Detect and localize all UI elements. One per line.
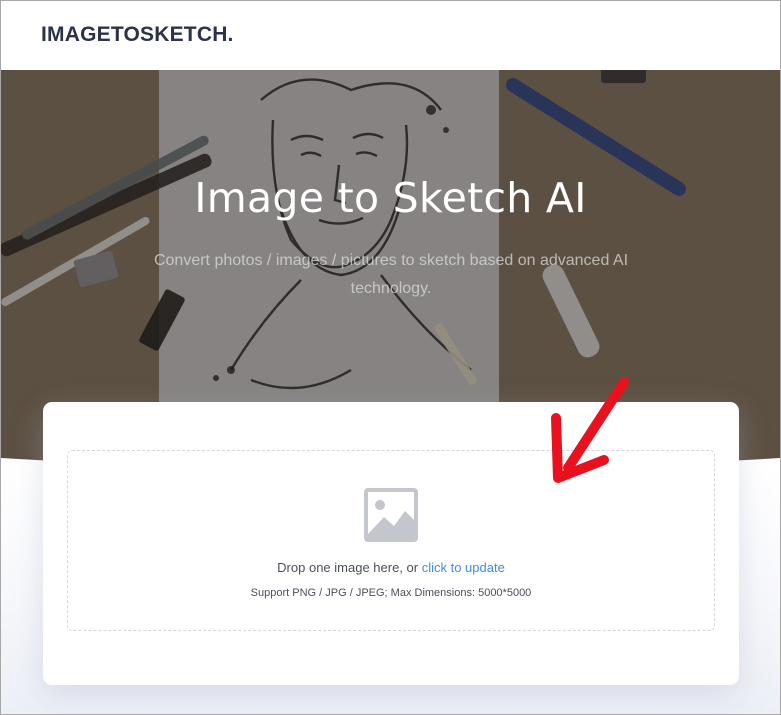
dropzone-prompt-text: Drop one image here, or: [277, 560, 422, 575]
hero-title: Image to Sketch AI: [194, 174, 587, 222]
hero-subtitle: Convert photos / images / pictures to sk…: [153, 252, 629, 297]
dropzone-prompt: Drop one image here, or click to update: [68, 560, 714, 575]
browser-viewport: IMAGETOSKETCH. Image to Sketch AI Conver…: [0, 0, 781, 715]
red-arrow-annotation: [551, 377, 629, 483]
navbar: IMAGETOSKETCH.: [1, 1, 780, 70]
image-placeholder-icon: [364, 488, 418, 542]
click-to-update-link[interactable]: click to update: [422, 560, 505, 575]
supported-formats-note: Support PNG / JPG / JPEG; Max Dimensions…: [250, 587, 532, 599]
brand-logo[interactable]: IMAGETOSKETCH.: [41, 23, 234, 47]
